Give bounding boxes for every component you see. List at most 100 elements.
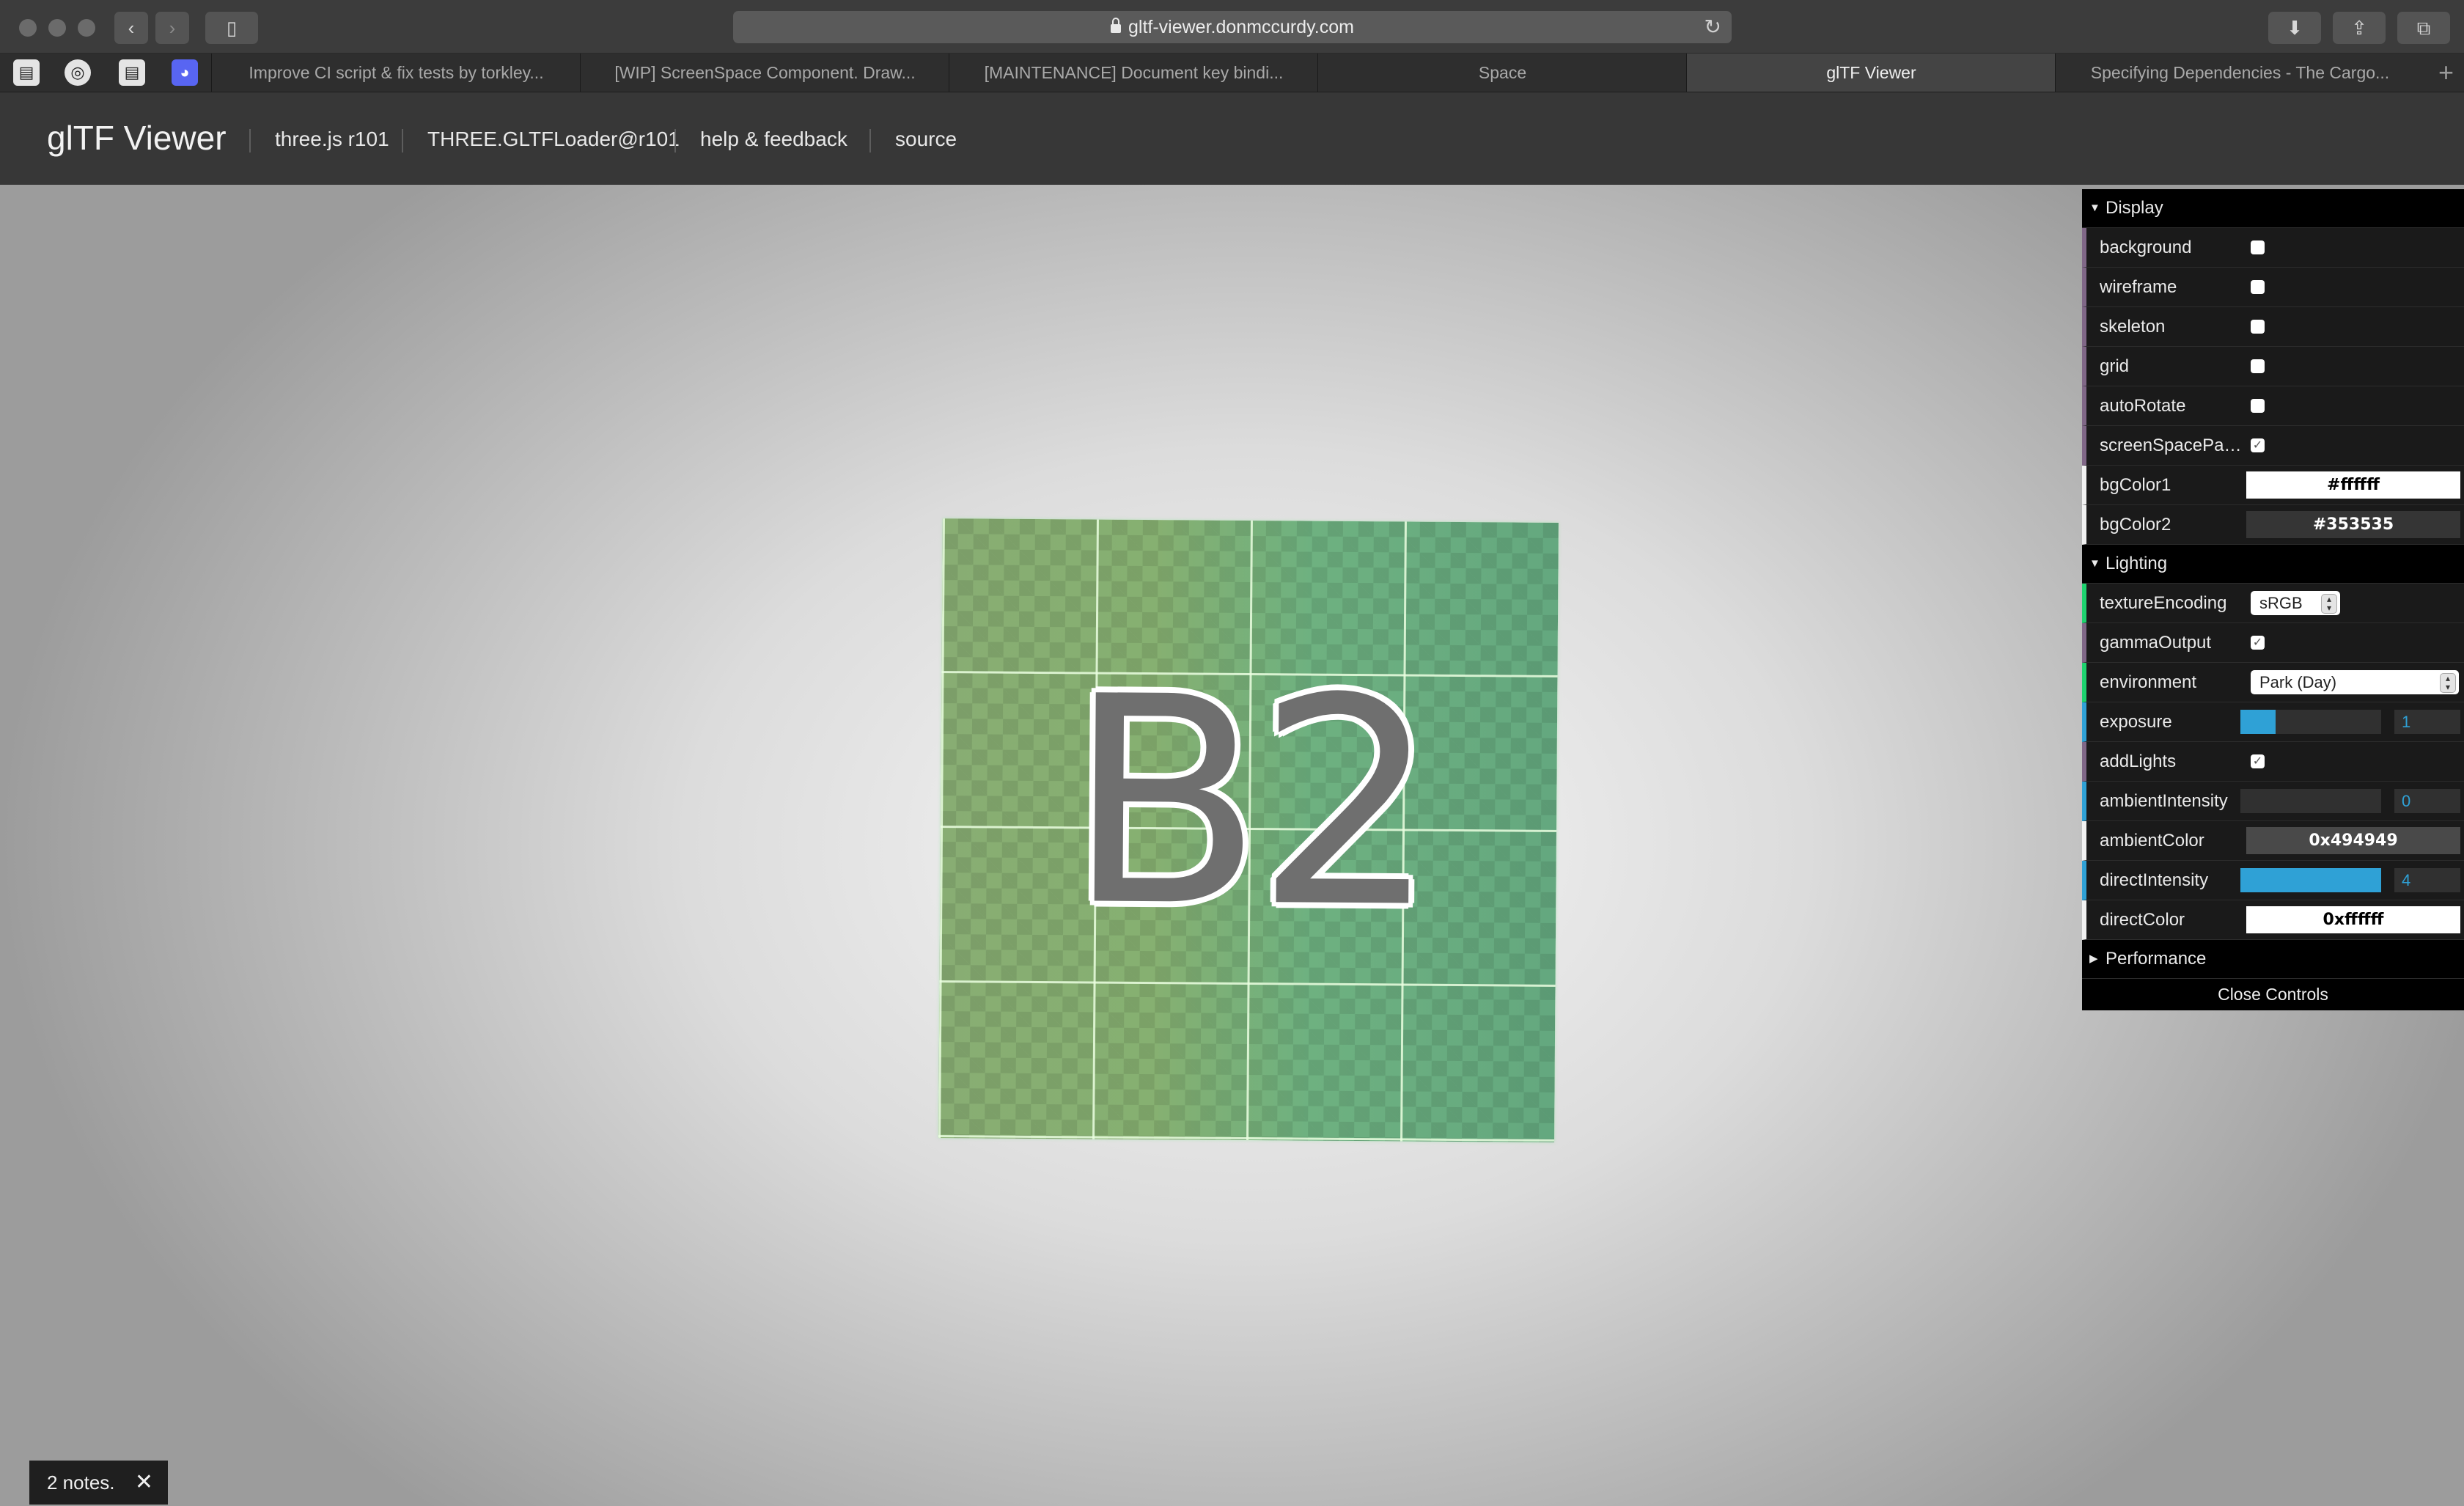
- control-label: ambientIntensity: [2100, 791, 2228, 811]
- directcolor-color-input[interactable]: 0xffffff: [2246, 906, 2460, 933]
- caret-down-icon: ▼: [2089, 202, 2100, 214]
- ambientcolor-color-input[interactable]: 0x494949: [2246, 827, 2460, 854]
- sidebar-icon: ▯: [226, 17, 238, 39]
- tab[interactable]: Space: [1317, 54, 1687, 92]
- control-gammaoutput: gammaOutput ✓: [2082, 623, 2464, 663]
- download-icon: ⬇: [2287, 17, 2303, 39]
- background-checkbox[interactable]: [2251, 240, 2265, 254]
- autorotate-checkbox[interactable]: [2251, 399, 2265, 413]
- ambientintensity-number-input[interactable]: 0: [2394, 789, 2460, 813]
- control-background: background: [2082, 228, 2464, 268]
- controls-panel: ▼ Display background wireframe skeleton g…: [2082, 189, 2464, 1010]
- pinned-tab-1[interactable]: ▤: [13, 59, 40, 86]
- pinned-site-icon: ◎: [70, 63, 85, 81]
- nav-divider: [674, 129, 676, 153]
- select-value: Park (Day): [2259, 673, 2337, 691]
- nav-divider: [402, 129, 403, 153]
- tab[interactable]: [WIP] ScreenSpace Component. Draw...: [580, 54, 949, 92]
- reload-icon[interactable]: ↻: [1704, 11, 1721, 43]
- control-label: gammaOutput: [2100, 633, 2212, 653]
- folder-display[interactable]: ▼ Display: [2082, 189, 2464, 228]
- folder-lighting[interactable]: ▼ Lighting: [2082, 545, 2464, 584]
- nav-link-threejs[interactable]: three.js r101: [275, 128, 389, 151]
- forward-button[interactable]: ›: [155, 12, 189, 44]
- control-directcolor: directColor 0xffffff: [2082, 900, 2464, 940]
- tab[interactable]: [MAINTENANCE] Document key bindi...: [949, 54, 1318, 92]
- exposure-number-input[interactable]: 1: [2394, 710, 2460, 734]
- sidebar-toggle-button[interactable]: ▯: [205, 12, 258, 44]
- exposure-slider[interactable]: [2240, 710, 2381, 734]
- control-skeleton: skeleton: [2082, 307, 2464, 347]
- environment-select[interactable]: Park (Day) ▴ ▾: [2251, 670, 2459, 694]
- url-text: gltf-viewer.donmccurdy.com: [1128, 17, 1354, 37]
- tab[interactable]: Specifying Dependencies - The Cargo...: [2055, 54, 2424, 92]
- control-label: directIntensity: [2100, 870, 2209, 890]
- screenspacepanning-checkbox[interactable]: ✓: [2251, 438, 2265, 452]
- wireframe-checkbox[interactable]: [2251, 280, 2265, 294]
- control-label: skeleton: [2100, 317, 2166, 337]
- directintensity-slider[interactable]: [2240, 868, 2381, 892]
- site-title[interactable]: glTF Viewer: [47, 118, 227, 158]
- zoom-window-button[interactable]: [78, 19, 95, 37]
- pinned-tab-3[interactable]: ▤: [119, 59, 145, 86]
- close-icon[interactable]: ✕: [135, 1461, 153, 1505]
- address-bar[interactable]: gltf-viewer.donmccurdy.com ↻: [733, 11, 1732, 43]
- tab-active[interactable]: glTF Viewer: [1686, 54, 2056, 92]
- back-button[interactable]: ‹: [114, 12, 148, 44]
- gammaoutput-checkbox[interactable]: ✓: [2251, 636, 2265, 650]
- slider-fill: [2240, 710, 2276, 734]
- bgcolor1-color-input[interactable]: #ffffff: [2246, 471, 2460, 499]
- control-label: addLights: [2100, 752, 2177, 771]
- share-icon: ⇪: [2351, 17, 2367, 39]
- folder-title: Lighting: [2106, 554, 2168, 573]
- control-label: screenSpacePan...: [2100, 436, 2246, 455]
- site-header: glTF Viewer three.js r101 THREE.GLTFLoad…: [0, 92, 2464, 185]
- new-tab-button[interactable]: +: [2438, 58, 2454, 87]
- control-grid: grid: [2082, 347, 2464, 386]
- tab[interactable]: Improve CI script & fix tests by torkley…: [211, 54, 581, 92]
- downloads-button[interactable]: ⬇: [2268, 12, 2321, 44]
- control-ambientcolor: ambientColor 0x494949: [2082, 821, 2464, 861]
- control-label: environment: [2100, 672, 2197, 692]
- nav-link-source[interactable]: source: [895, 128, 957, 151]
- skeleton-checkbox[interactable]: [2251, 320, 2265, 334]
- minimize-window-button[interactable]: [48, 19, 66, 37]
- grid-checkbox[interactable]: [2251, 359, 2265, 373]
- tab-overview-button[interactable]: ⧉: [2397, 12, 2450, 44]
- nav-link-help[interactable]: help & feedback: [700, 128, 847, 151]
- pinned-site-icon: ▤: [18, 63, 34, 81]
- select-value: sRGB: [2259, 594, 2303, 612]
- textureencoding-select[interactable]: sRGB ▴ ▾: [2251, 591, 2340, 615]
- directintensity-number-input[interactable]: 4: [2394, 868, 2460, 892]
- bgcolor2-color-input[interactable]: #353535: [2246, 511, 2460, 538]
- share-button[interactable]: ⇪: [2333, 12, 2386, 44]
- control-textureencoding: textureEncoding sRGB ▴ ▾: [2082, 584, 2464, 623]
- ambientintensity-slider[interactable]: [2240, 789, 2381, 813]
- control-autorotate: autoRotate: [2082, 386, 2464, 426]
- folder-performance[interactable]: ▶ Performance: [2082, 940, 2464, 979]
- control-ambientintensity: ambientIntensity 0: [2082, 782, 2464, 821]
- notes-count: 2 notes.: [47, 1472, 115, 1494]
- close-controls-button[interactable]: Close Controls: [2082, 979, 2464, 1010]
- lock-icon: [1111, 18, 1121, 33]
- addlights-checkbox[interactable]: ✓: [2251, 754, 2265, 768]
- control-label: wireframe: [2100, 277, 2177, 297]
- nav-divider: [249, 129, 251, 153]
- pinned-tab-2[interactable]: ◎: [65, 59, 91, 86]
- notes-badge[interactable]: 2 notes. ✕: [29, 1461, 168, 1505]
- select-arrows-icon: ▴ ▾: [2440, 673, 2456, 693]
- control-wireframe: wireframe: [2082, 268, 2464, 307]
- control-screenspacepanning: screenSpacePan... ✓: [2082, 426, 2464, 466]
- pinned-tab-discord[interactable]: ◕: [172, 59, 198, 86]
- control-bgcolor2: bgColor2 #353535: [2082, 505, 2464, 545]
- tab-bar: ▤ ◎ ▤ ◕ Improve CI script & fix tests by…: [0, 54, 2464, 92]
- nav-link-gltfloader[interactable]: THREE.GLTFLoader@r101: [427, 128, 680, 151]
- tabs-icon: ⧉: [2416, 17, 2431, 39]
- chevron-right-icon: ›: [169, 17, 176, 39]
- control-label: ambientColor: [2100, 831, 2204, 851]
- close-window-button[interactable]: [19, 19, 37, 37]
- control-label: bgColor1: [2100, 475, 2171, 495]
- pinned-site-icon: ▤: [124, 63, 140, 81]
- folder-title: Performance: [2106, 949, 2207, 969]
- control-bgcolor1: bgColor1 #ffffff: [2082, 466, 2464, 505]
